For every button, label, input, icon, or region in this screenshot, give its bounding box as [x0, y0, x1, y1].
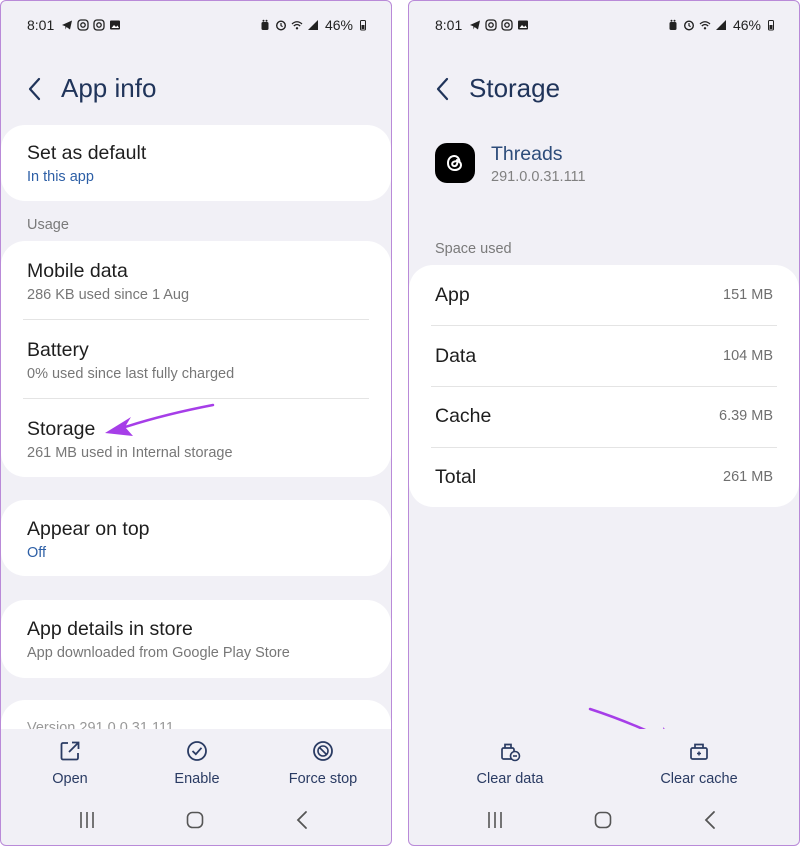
section-label-usage: Usage [27, 217, 69, 233]
battery-item[interactable]: Battery 0% used since last fully charged [27, 338, 371, 384]
battery-percent: 46% [732, 17, 761, 33]
alarm-icon [683, 19, 695, 31]
alarm-icon [667, 19, 679, 31]
wifi-icon [699, 19, 711, 31]
status-bar: 8:01 46% [27, 15, 369, 35]
open-label: Open [52, 771, 88, 787]
usage-card: Mobile data 286 KB used since 1 Aug Batt… [1, 241, 391, 477]
header: Storage [431, 73, 560, 104]
item-title: Set as default [27, 142, 147, 164]
row-value: 6.39 MB [719, 408, 773, 424]
storage-row-total: Total 261 MB [435, 447, 773, 507]
clear-cache-label: Clear cache [660, 771, 738, 787]
battery-percent: 46% [324, 17, 353, 33]
app-details-item[interactable]: App details in store App downloaded from… [27, 617, 371, 663]
item-title: App details in store [27, 618, 193, 640]
storage-usage-card: App 151 MB Data 104 MB Cache 6.39 MB Tot… [409, 265, 799, 507]
item-subtitle: Off [27, 545, 47, 561]
status-time: 8:01 [27, 17, 55, 33]
appear-on-top-card[interactable]: Appear on top Off [1, 500, 391, 576]
app-info-screen: 8:01 46% App info Set as default In this… [0, 0, 392, 846]
bottom-action-bar: Clear data Clear cache [409, 729, 799, 791]
storage-row-app: App 151 MB [435, 265, 773, 325]
open-button[interactable]: Open [10, 739, 130, 787]
home-icon[interactable] [183, 809, 207, 831]
back-icon[interactable] [431, 74, 455, 104]
item-title: Battery [27, 339, 89, 361]
recents-icon[interactable] [483, 809, 507, 831]
battery-icon [765, 19, 777, 31]
telegram-icon [61, 19, 73, 31]
force-stop-icon [311, 739, 335, 763]
highlight-arrow [105, 403, 215, 436]
page-title: App info [61, 73, 157, 103]
row-value: 104 MB [723, 348, 773, 364]
recents-icon[interactable] [75, 809, 99, 831]
item-title: Mobile data [27, 260, 128, 282]
instagram-icon [501, 19, 513, 31]
nav-back-icon[interactable] [699, 809, 723, 831]
threads-logo-icon [435, 143, 475, 183]
storage-screen: 8:01 46% Storage Threads 291.0.0.31.111 … [408, 0, 800, 846]
clear-data-icon [498, 739, 522, 763]
status-bar: 8:01 46% [435, 15, 777, 35]
item-subtitle: In this app [27, 169, 94, 185]
mobile-data-item[interactable]: Mobile data 286 KB used since 1 Aug [27, 259, 371, 305]
storage-row-cache: Cache 6.39 MB [435, 386, 773, 446]
nav-back-icon[interactable] [291, 809, 315, 831]
force-stop-label: Force stop [288, 771, 358, 787]
instagram-icon [93, 19, 105, 31]
item-subtitle: App downloaded from Google Play Store [27, 645, 290, 661]
item-subtitle: 286 KB used since 1 Aug [27, 287, 190, 303]
alarm-icon [275, 19, 287, 31]
storage-row-data: Data 104 MB [435, 326, 773, 386]
divider [23, 398, 369, 399]
signal-icon [307, 19, 319, 31]
clear-data-button[interactable]: Clear data [450, 739, 570, 787]
row-value: 261 MB [723, 469, 773, 485]
clear-cache-button[interactable]: Clear cache [639, 739, 759, 787]
signal-icon [715, 19, 727, 31]
set-default-card[interactable]: Set as default In this app [1, 125, 391, 201]
row-value: 151 MB [723, 287, 773, 303]
app-name: Threads [491, 143, 563, 165]
open-icon [58, 739, 82, 763]
bottom-action-bar: Open Enable Force stop [1, 729, 391, 791]
navigation-bar [409, 801, 799, 841]
force-stop-button[interactable]: Force stop [263, 739, 383, 787]
clear-data-label: Clear data [476, 771, 544, 787]
section-label-space-used: Space used [435, 241, 512, 257]
navigation-bar [1, 801, 391, 841]
back-icon[interactable] [23, 74, 47, 104]
enable-icon [185, 739, 209, 763]
item-subtitle: 0% used since last fully charged [27, 366, 235, 382]
home-icon[interactable] [591, 809, 615, 831]
instagram-icon [485, 19, 497, 31]
enable-label: Enable [174, 771, 220, 787]
battery-icon [357, 19, 369, 31]
gallery-icon [517, 19, 529, 31]
divider [23, 319, 369, 320]
wifi-icon [291, 19, 303, 31]
row-label: App [435, 283, 470, 306]
telegram-icon [469, 19, 481, 31]
status-time: 8:01 [435, 17, 463, 33]
page-title: Storage [469, 73, 561, 103]
set-as-default-item[interactable]: Set as default In this app [27, 141, 371, 187]
enable-button[interactable]: Enable [137, 739, 257, 787]
row-label: Total [435, 465, 477, 488]
item-subtitle: 261 MB used in Internal storage [27, 445, 233, 461]
row-label: Data [435, 344, 477, 367]
app-details-card[interactable]: App details in store App downloaded from… [1, 600, 391, 678]
alarm-icon [259, 19, 271, 31]
instagram-icon [77, 19, 89, 31]
row-label: Cache [435, 404, 492, 427]
app-version: 291.0.0.31.111 [491, 169, 586, 185]
item-title: Appear on top [27, 518, 150, 540]
appear-on-top-item[interactable]: Appear on top Off [27, 517, 371, 563]
header: App info [23, 73, 156, 104]
gallery-icon [109, 19, 121, 31]
clear-cache-icon [687, 739, 711, 763]
